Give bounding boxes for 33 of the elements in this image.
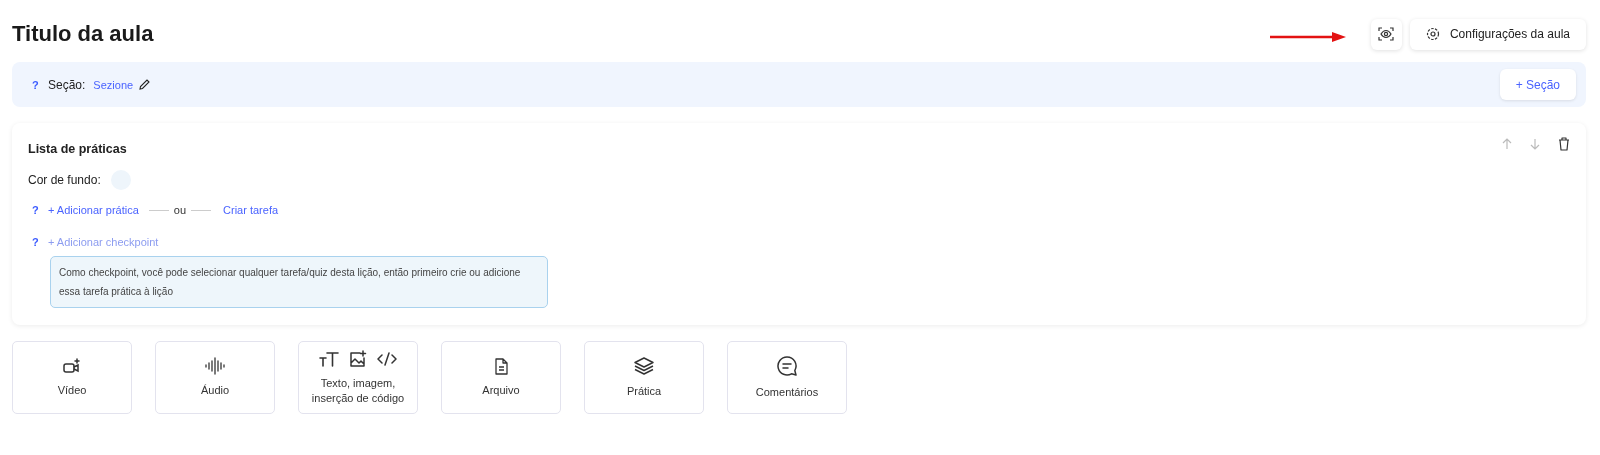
code-icon xyxy=(377,351,397,366)
info-message: Como checkpoint, você pode selecionar qualquer tarefa/quiz desta lição, então primeiro crie ou adicione essa tarefa prática à lição xyxy=(50,256,548,308)
help-link[interactable]: ? xyxy=(32,204,48,216)
settings-button[interactable]: Configurações da aula xyxy=(1409,18,1586,50)
add-section-button[interactable]: + Seção xyxy=(1499,69,1576,100)
add-practice-link[interactable]: + Adicionar prática xyxy=(48,204,139,216)
eye-icon xyxy=(1378,27,1395,41)
content-type-tile[interactable]: Arquivo xyxy=(441,341,561,414)
content-type-tile[interactable]: Vídeo xyxy=(12,341,132,414)
content-type-tile[interactable]: Texto, imagem, inserção de código xyxy=(298,341,418,414)
content-type-tile[interactable]: Comentários xyxy=(727,341,847,414)
background-color-label: Cor de fundo: xyxy=(28,173,101,187)
video-camera-icon xyxy=(62,357,82,375)
page-title: Titulo da aula xyxy=(12,21,154,47)
trash-icon[interactable] xyxy=(1558,137,1570,151)
preview-button[interactable] xyxy=(1370,18,1402,50)
card-title: Lista de práticas xyxy=(28,142,127,156)
help-link[interactable]: ? xyxy=(32,78,48,91)
help-link[interactable]: ? xyxy=(32,236,48,248)
comment-icon xyxy=(776,355,798,377)
add-image-icon xyxy=(349,349,367,368)
create-task-link[interactable]: Criar tarefa xyxy=(223,204,279,216)
document-icon xyxy=(494,357,508,375)
or-text: ou xyxy=(173,204,187,216)
sound-wave-icon xyxy=(204,357,226,375)
settings-icon xyxy=(1425,27,1440,41)
content-type-tile[interactable]: Prática xyxy=(584,341,704,414)
section-label: Seção: xyxy=(48,77,86,92)
section-name[interactable]: Sezione xyxy=(93,78,134,91)
layers-icon xyxy=(633,356,655,376)
pencil-icon[interactable] xyxy=(139,79,151,90)
text-size-icon xyxy=(319,350,339,367)
content-type-tile[interactable]: Áudio xyxy=(155,341,275,414)
